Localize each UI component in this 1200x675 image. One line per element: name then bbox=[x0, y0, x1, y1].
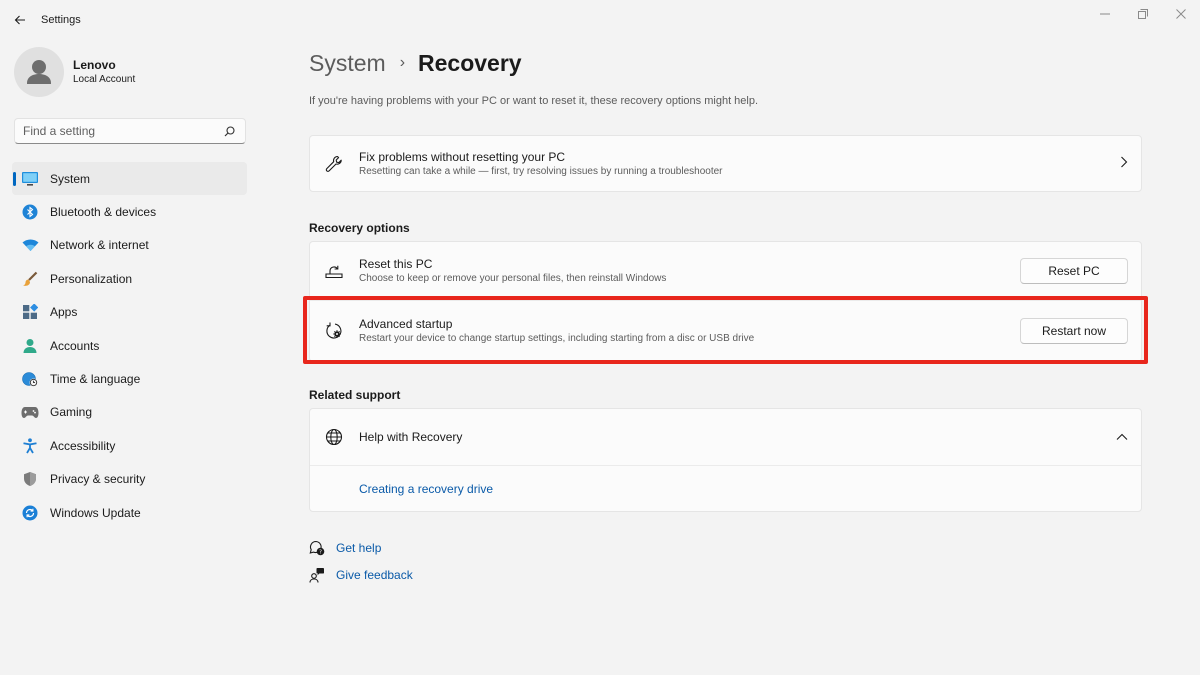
wifi-icon bbox=[21, 236, 39, 254]
account-type: Local Account bbox=[73, 73, 136, 85]
sidebar-nav: System Bluetooth & devices Network & int… bbox=[12, 162, 247, 529]
person-icon bbox=[21, 337, 39, 355]
related-support-heading: Related support bbox=[309, 388, 401, 402]
sidebar-item-label: Bluetooth & devices bbox=[50, 205, 157, 220]
sidebar-item-label: Privacy & security bbox=[50, 472, 146, 487]
reset-pc-row: Reset this PC Choose to keep or remove y… bbox=[310, 242, 1141, 301]
feedback-icon bbox=[309, 567, 325, 583]
search-box[interactable] bbox=[14, 118, 246, 144]
sidebar-item-privacy-security[interactable]: Privacy & security bbox=[12, 463, 247, 496]
profile-name: Lenovo bbox=[73, 57, 116, 72]
back-arrow-icon bbox=[14, 15, 25, 25]
back-button[interactable] bbox=[10, 10, 30, 30]
reset-pc-title: Reset this PC bbox=[359, 257, 433, 271]
help-with-recovery-title: Help with Recovery bbox=[359, 430, 463, 444]
close-icon bbox=[1176, 9, 1186, 19]
sidebar-item-network[interactable]: Network & internet bbox=[12, 229, 247, 262]
sidebar-item-label: Gaming bbox=[50, 405, 93, 420]
chevron-right-icon bbox=[1120, 155, 1128, 173]
sidebar-item-time-language[interactable]: Time & language bbox=[12, 362, 247, 395]
apps-icon bbox=[21, 303, 39, 321]
sidebar-item-label: Accounts bbox=[50, 338, 100, 353]
fix-problems-subtitle: Resetting can take a while — first, try … bbox=[359, 165, 723, 177]
breadcrumb-parent[interactable]: System bbox=[309, 50, 386, 77]
globe-icon bbox=[324, 427, 344, 447]
brush-icon bbox=[21, 270, 39, 288]
user-profile[interactable]: Lenovo Local Account bbox=[14, 47, 135, 97]
page-description: If you're having problems with your PC o… bbox=[309, 95, 759, 107]
maximize-button[interactable] bbox=[1124, 0, 1162, 28]
sidebar-item-label: System bbox=[50, 171, 91, 186]
sidebar-item-system[interactable]: System bbox=[12, 162, 247, 196]
advanced-startup-subtitle: Restart your device to change startup se… bbox=[359, 333, 755, 344]
maximize-icon bbox=[1138, 9, 1148, 19]
help-chat-icon: ? bbox=[309, 540, 325, 556]
bluetooth-icon bbox=[21, 203, 39, 221]
sidebar-item-label: Apps bbox=[50, 305, 78, 320]
recovery-options-heading: Recovery options bbox=[309, 221, 410, 235]
sidebar-item-label: Time & language bbox=[50, 372, 141, 387]
reset-pc-icon bbox=[324, 261, 344, 281]
sidebar-item-label: Windows Update bbox=[50, 505, 141, 520]
advanced-startup-row: Advanced startup Restart your device to … bbox=[310, 301, 1141, 361]
search-input[interactable] bbox=[23, 124, 219, 138]
sidebar-item-label: Personalization bbox=[50, 271, 133, 286]
update-icon bbox=[21, 504, 39, 522]
fix-problems-title: Fix problems without resetting your PC bbox=[359, 149, 566, 164]
title-bar: Settings bbox=[0, 0, 1200, 40]
sidebar-item-windows-update[interactable]: Windows Update bbox=[12, 496, 247, 529]
reset-pc-button[interactable]: Reset PC bbox=[1020, 258, 1128, 284]
person-avatar-icon bbox=[27, 60, 51, 84]
gamepad-icon bbox=[21, 403, 39, 421]
fix-problems-card[interactable]: Fix problems without resetting your PC R… bbox=[309, 135, 1142, 192]
sidebar-item-bluetooth[interactable]: Bluetooth & devices bbox=[12, 195, 247, 228]
svg-text:?: ? bbox=[319, 550, 322, 556]
page-title: Recovery bbox=[418, 49, 522, 76]
related-support-card: Help with Recovery Creating a recovery d… bbox=[309, 408, 1142, 512]
reset-pc-subtitle: Choose to keep or remove your personal f… bbox=[359, 273, 667, 284]
wrench-icon bbox=[324, 154, 344, 174]
advanced-startup-title: Advanced startup bbox=[359, 317, 453, 331]
close-button[interactable] bbox=[1162, 0, 1200, 28]
sidebar-item-apps[interactable]: Apps bbox=[12, 296, 247, 329]
minimize-icon bbox=[1100, 13, 1110, 15]
avatar bbox=[14, 47, 64, 97]
app-title: Settings bbox=[41, 14, 81, 26]
sidebar-item-personalization[interactable]: Personalization bbox=[12, 262, 247, 295]
help-with-recovery-header[interactable]: Help with Recovery bbox=[310, 409, 1141, 466]
window-controls bbox=[1086, 0, 1200, 28]
recovery-options-card: Reset this PC Choose to keep or remove y… bbox=[309, 241, 1142, 362]
restart-now-button[interactable]: Restart now bbox=[1020, 318, 1128, 344]
accessibility-icon bbox=[21, 437, 39, 455]
shield-icon bbox=[21, 470, 39, 488]
sidebar-item-gaming[interactable]: Gaming bbox=[12, 396, 247, 429]
give-feedback-label: Give feedback bbox=[336, 568, 413, 582]
sidebar-item-accounts[interactable]: Accounts bbox=[12, 329, 247, 362]
breadcrumb: System › Recovery bbox=[309, 48, 522, 78]
get-help-link[interactable]: ? Get help bbox=[309, 540, 381, 556]
minimize-button[interactable] bbox=[1086, 0, 1124, 28]
display-icon bbox=[21, 170, 39, 188]
get-help-label: Get help bbox=[336, 541, 382, 555]
search-icon[interactable] bbox=[219, 121, 239, 141]
chevron-right-icon: › bbox=[399, 54, 406, 71]
give-feedback-link[interactable]: Give feedback bbox=[309, 567, 413, 583]
creating-recovery-drive-link[interactable]: Creating a recovery drive bbox=[359, 482, 493, 496]
sidebar-item-accessibility[interactable]: Accessibility bbox=[12, 429, 247, 462]
sidebar-item-label: Accessibility bbox=[50, 438, 116, 453]
globe-clock-icon bbox=[21, 370, 39, 388]
sidebar-item-label: Network & internet bbox=[50, 238, 149, 253]
advanced-startup-icon bbox=[324, 321, 344, 341]
chevron-up-icon[interactable] bbox=[1116, 428, 1128, 446]
